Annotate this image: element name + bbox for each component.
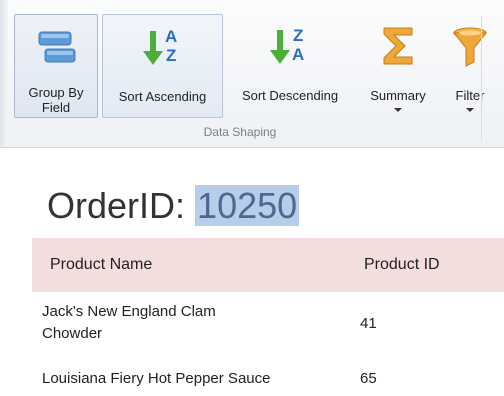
ribbon-group-label: Data Shaping [203, 125, 277, 139]
filter-label: Filter [455, 88, 485, 103]
group-by-field-button[interactable]: Group By Field [14, 14, 98, 118]
product-name-line-2: Chowder [42, 325, 103, 342]
ribbon-group-divider [481, 16, 482, 141]
summary-dropdown-arrow-icon[interactable] [394, 108, 402, 112]
sort-ascending-icon: A Z [142, 27, 177, 65]
sort-ascending-label: Sort Ascending [118, 89, 207, 104]
ribbon: Group By Field A Z Sort Ascending Z A So… [0, 0, 504, 148]
summary-label: Summary [370, 88, 426, 103]
filter-funnel-icon [452, 27, 488, 67]
column-header-product-name[interactable]: Product Name [50, 238, 152, 292]
table-row[interactable]: Jack's New England Clam Chowder 41 [32, 297, 504, 355]
sort-descending-label: Sort Descending [241, 88, 339, 103]
ribbon-edge [0, 0, 8, 147]
filter-dropdown-arrow-icon[interactable] [466, 108, 474, 112]
svg-text:A: A [165, 27, 177, 46]
group-by-label-2: Field [41, 100, 71, 115]
product-name-cell: Jack's New England Clam Chowder [42, 301, 216, 345]
sort-ascending-button[interactable]: A Z Sort Ascending [102, 14, 223, 118]
order-title-label: OrderID: [47, 185, 186, 226]
product-id-cell: 41 [360, 315, 377, 332]
svg-text:Z: Z [166, 46, 176, 65]
product-name-line-1: Jack's New England Clam [42, 303, 216, 320]
order-id-value[interactable]: 10250 [195, 185, 300, 226]
table-header: Product Name Product ID [32, 238, 504, 292]
sort-descending-icon: Z A [270, 26, 304, 64]
sort-descending-button[interactable]: Z A Sort Descending [226, 14, 354, 118]
order-title: OrderID: 10250 [47, 172, 300, 240]
column-header-product-id[interactable]: Product ID [364, 238, 440, 292]
summary-button[interactable]: Summary [360, 14, 436, 118]
svg-text:A: A [292, 45, 304, 64]
product-id-cell: 65 [360, 370, 377, 387]
svg-text:Z: Z [293, 26, 303, 45]
table-row[interactable]: Louisiana Fiery Hot Pepper Sauce 65 [32, 364, 504, 394]
product-name-cell: Louisiana Fiery Hot Pepper Sauce [42, 370, 271, 387]
summary-sigma-icon [383, 27, 413, 65]
group-by-label-1: Group By [28, 85, 84, 100]
filter-button[interactable]: Filter [440, 14, 500, 118]
group-by-field-icon [38, 31, 76, 63]
